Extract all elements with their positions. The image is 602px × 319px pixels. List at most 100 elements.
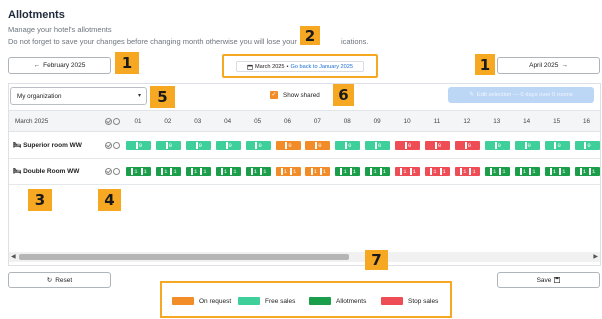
day-header[interactable]: 06 <box>274 118 302 125</box>
day-header[interactable]: 08 <box>333 118 361 125</box>
day-header[interactable]: 07 <box>303 118 331 125</box>
availability-cell[interactable]: 0 <box>185 141 211 150</box>
previous-month-button[interactable]: ← February 2025 <box>8 57 111 74</box>
scrollbar-thumb[interactable] <box>19 254 349 260</box>
calendar-icon <box>247 64 253 70</box>
availability-cell[interactable]: 11 <box>275 167 301 176</box>
availability-cell[interactable]: 0 <box>514 141 540 150</box>
row-select[interactable] <box>105 168 120 175</box>
legend-label: On request <box>199 297 232 305</box>
cell-value: 1 <box>164 168 168 175</box>
availability-cell[interactable]: 11 <box>365 167 391 176</box>
day-header[interactable]: 13 <box>483 118 511 125</box>
cell-separator <box>200 168 203 175</box>
cell-value: 1 <box>173 168 177 175</box>
row-circle-icon[interactable] <box>113 168 120 175</box>
availability-cell[interactable]: 11 <box>215 167 241 176</box>
go-back-link[interactable]: Go back to January 2025 <box>291 64 354 70</box>
row-select[interactable] <box>105 142 120 149</box>
availability-cell[interactable]: 0 <box>425 141 450 150</box>
day-header[interactable]: 12 <box>453 118 481 125</box>
availability-cell[interactable]: 0 <box>215 141 241 150</box>
day-header[interactable]: 03 <box>184 118 212 125</box>
availability-cell[interactable]: 11 <box>484 167 510 176</box>
availability-cell[interactable]: 0 <box>484 141 510 150</box>
cell-separator <box>340 168 343 175</box>
room-name-label: Superior room WW <box>23 142 82 149</box>
edit-selection-button[interactable]: ✎ Edit selection — 0 days over 0 rooms <box>448 87 594 103</box>
availability-cell[interactable]: 0 <box>365 141 391 150</box>
cell-separator <box>439 168 442 175</box>
organization-select[interactable]: My organization ▾ <box>10 87 147 105</box>
day-header[interactable]: 09 <box>363 118 391 125</box>
cell-separator <box>489 168 492 175</box>
availability-cell[interactable]: 11 <box>574 167 600 176</box>
horizontal-scrollbar[interactable]: ◀ ▶ <box>9 252 600 262</box>
availability-cell[interactable]: 11 <box>305 167 331 176</box>
select-all-check-icon[interactable] <box>105 118 112 125</box>
availability-cell[interactable]: 0 <box>395 141 421 150</box>
availability-cell[interactable]: 0 <box>126 141 151 150</box>
availability-cell[interactable]: 0 <box>335 141 361 150</box>
availability-cell[interactable]: 11 <box>454 167 480 176</box>
next-month-button[interactable]: April 2025 → <box>497 57 600 74</box>
cell-value: 0 <box>407 142 412 149</box>
scroll-left-icon[interactable]: ◀ <box>11 253 16 260</box>
cell-value: 1 <box>552 168 557 175</box>
day-header[interactable]: 16 <box>573 118 601 125</box>
legend-item: Allotments <box>309 297 366 305</box>
availability-cell[interactable]: 11 <box>335 167 361 176</box>
day-header[interactable]: 11 <box>423 118 451 125</box>
availability-cell[interactable]: 0 <box>574 141 600 150</box>
day-header[interactable]: 02 <box>154 118 182 125</box>
save-button[interactable]: Save <box>497 272 600 288</box>
availability-cell[interactable]: 11 <box>395 167 421 176</box>
availability-cell[interactable]: 11 <box>185 167 211 176</box>
day-header[interactable]: 10 <box>393 118 421 125</box>
availability-cell[interactable]: 0 <box>275 141 301 150</box>
row-check-icon[interactable] <box>105 168 112 175</box>
availability-cell[interactable]: 11 <box>514 167 540 176</box>
save-icon <box>554 277 561 283</box>
availability-cell[interactable]: 11 <box>126 167 151 176</box>
edit-selection-label: Edit selection — 0 days over 0 rooms <box>476 92 573 98</box>
show-shared-toggle[interactable]: ✓ Show shared <box>270 91 320 99</box>
annotation-badge-5: 5 <box>150 86 175 108</box>
cell-value: 1 <box>313 168 317 175</box>
row-circle-icon[interactable] <box>113 142 120 149</box>
deselect-all-circle-icon[interactable] <box>113 118 120 125</box>
availability-cell[interactable]: 0 <box>245 141 271 150</box>
day-header[interactable]: 04 <box>214 118 242 125</box>
cell-value: 0 <box>288 142 292 149</box>
day-header[interactable]: 05 <box>244 118 272 125</box>
availability-cell[interactable]: 11 <box>425 167 450 176</box>
cell-separator <box>345 142 348 149</box>
availability-cell[interactable]: 0 <box>454 141 480 150</box>
availability-cell[interactable]: 0 <box>544 141 570 150</box>
cell-separator <box>554 142 557 149</box>
row-check-icon[interactable] <box>105 142 112 149</box>
show-shared-checkbox[interactable]: ✓ <box>270 91 278 99</box>
availability-cell[interactable]: 0 <box>155 141 181 150</box>
reset-button[interactable]: ↻ Reset <box>8 272 111 288</box>
scroll-right-icon[interactable]: ▶ <box>593 253 598 260</box>
availability-cell[interactable]: 11 <box>155 167 181 176</box>
cell-separator <box>375 142 378 149</box>
availability-cell[interactable]: 11 <box>544 167 570 176</box>
cell-value: 1 <box>502 168 506 175</box>
availability-cell[interactable]: 11 <box>245 167 271 176</box>
cell-value: 0 <box>527 142 531 149</box>
grid-month-label: March 2025 <box>15 118 49 125</box>
day-header[interactable]: 14 <box>513 118 541 125</box>
cell-separator <box>195 142 198 149</box>
header-select-all[interactable] <box>105 118 120 125</box>
cell-separator <box>250 168 253 175</box>
cell-separator <box>255 142 258 149</box>
cell-separator <box>579 168 582 175</box>
cell-value: 1 <box>343 168 347 175</box>
day-header[interactable]: 15 <box>543 118 571 125</box>
annotation-badge-6: 6 <box>333 84 354 106</box>
cell-value: 1 <box>322 168 327 175</box>
day-header[interactable]: 01 <box>124 118 152 125</box>
availability-cell[interactable]: 0 <box>305 141 331 150</box>
